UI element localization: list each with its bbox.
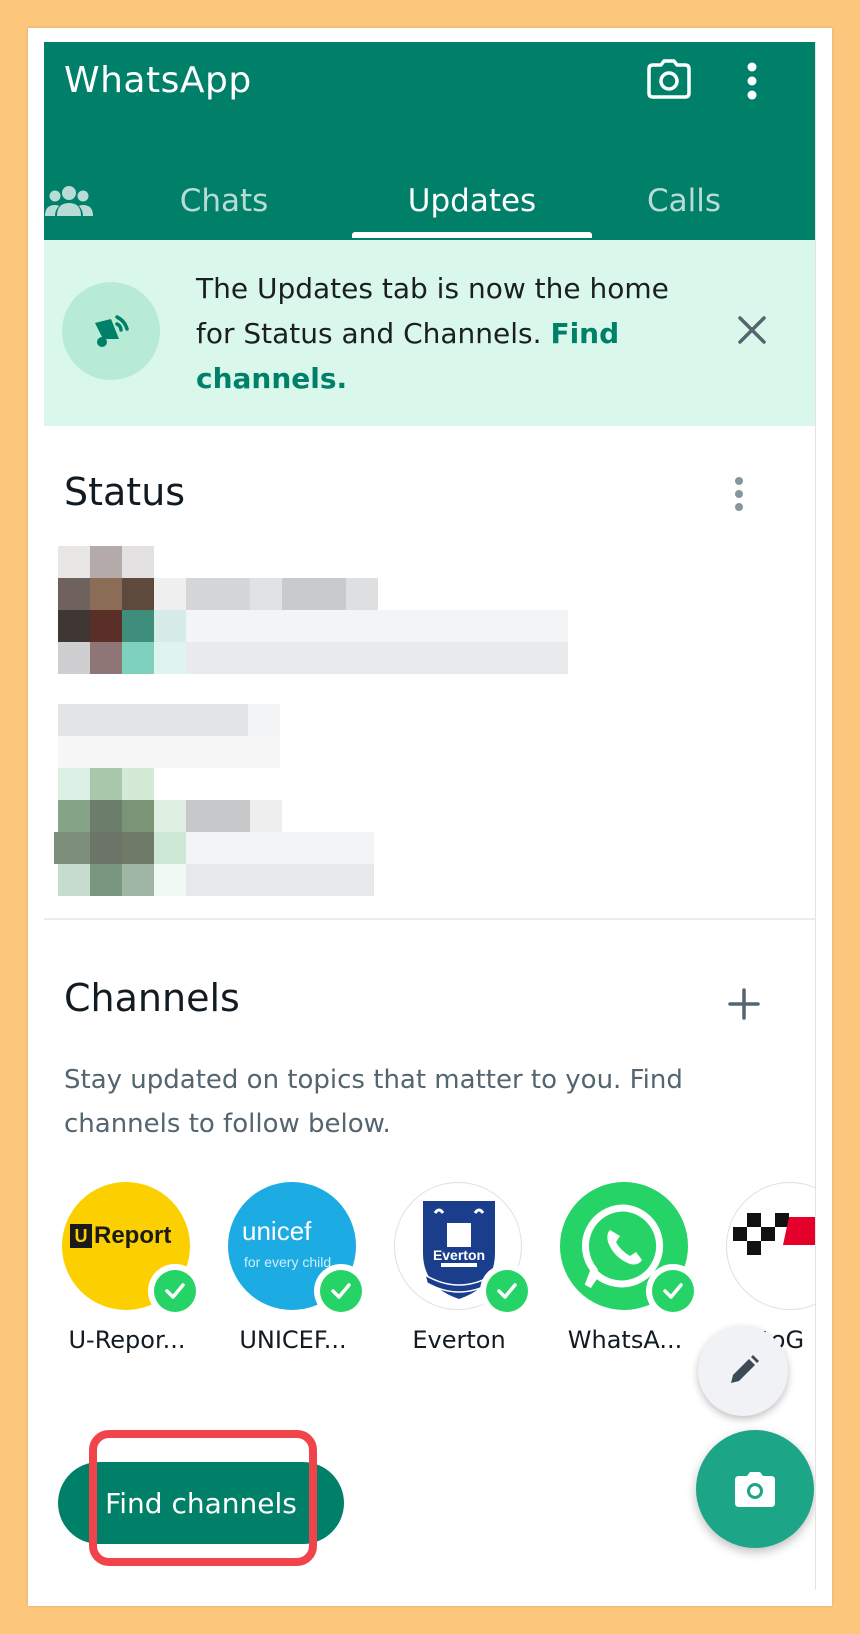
tab-chats[interactable]: Chats: [144, 162, 304, 240]
pencil-icon: [731, 1355, 759, 1383]
camera-icon[interactable]: [644, 54, 694, 104]
tab-updates[interactable]: Updates: [352, 162, 592, 240]
ureport-logo-text: Report: [94, 1222, 172, 1249]
channel-name: UNICEF...: [239, 1326, 347, 1354]
banner-message: The Updates tab is now the home for Stat…: [196, 266, 696, 401]
motogp-logo-icon: [733, 1213, 815, 1255]
status-item-redacted[interactable]: [54, 768, 374, 896]
section-divider: [44, 918, 815, 920]
unicef-logo-text: unicef: [242, 1216, 312, 1246]
app-bar: WhatsApp Chats Updates Calls: [44, 42, 815, 240]
verified-badge: [314, 1264, 368, 1318]
tab-calls[interactable]: Calls: [604, 162, 764, 240]
channel-name: WhatsA...: [567, 1326, 683, 1354]
camera-status-button[interactable]: [696, 1430, 814, 1548]
tab-bar: Chats Updates Calls: [44, 162, 815, 240]
channel-name: U-Repor...: [68, 1326, 186, 1354]
active-tab-indicator: [352, 232, 592, 238]
channels-description: Stay updated on topics that matter to yo…: [64, 1065, 683, 1139]
close-icon[interactable]: [732, 310, 772, 350]
app-title: WhatsApp: [64, 60, 252, 101]
phone-screen: WhatsApp Chats Updates Calls The Updates…: [44, 42, 816, 1590]
channel-name: Everton: [412, 1326, 506, 1354]
status-more-icon[interactable]: [724, 474, 754, 514]
check-icon: [331, 1283, 351, 1299]
status-item-redacted[interactable]: [58, 546, 568, 676]
check-icon: [497, 1283, 517, 1299]
verified-badge: [646, 1264, 700, 1318]
channel-avatar: [726, 1182, 815, 1310]
highlight-annotation: [89, 1430, 317, 1566]
ureport-logo: U Report: [70, 1222, 171, 1250]
check-icon: [663, 1283, 683, 1299]
unicef-logo-subtext: for every child: [244, 1254, 332, 1270]
more-options-icon[interactable]: [734, 56, 770, 106]
check-icon: [165, 1283, 185, 1299]
camera-icon: [735, 1472, 775, 1507]
verified-badge: [480, 1264, 534, 1318]
channels-title: Channels: [64, 976, 240, 1020]
updates-info-banner: The Updates tab is now the home for Stat…: [44, 240, 815, 426]
status-caption-redacted: [58, 704, 280, 768]
channels-icon: [62, 282, 160, 380]
edit-status-button[interactable]: [698, 1326, 788, 1416]
status-title: Status: [64, 470, 186, 514]
communities-icon: [45, 186, 93, 216]
tab-communities[interactable]: [44, 162, 94, 240]
everton-crest-text: Everton: [425, 1247, 493, 1263]
add-channel-icon[interactable]: [726, 986, 762, 1022]
verified-badge: [148, 1264, 202, 1318]
